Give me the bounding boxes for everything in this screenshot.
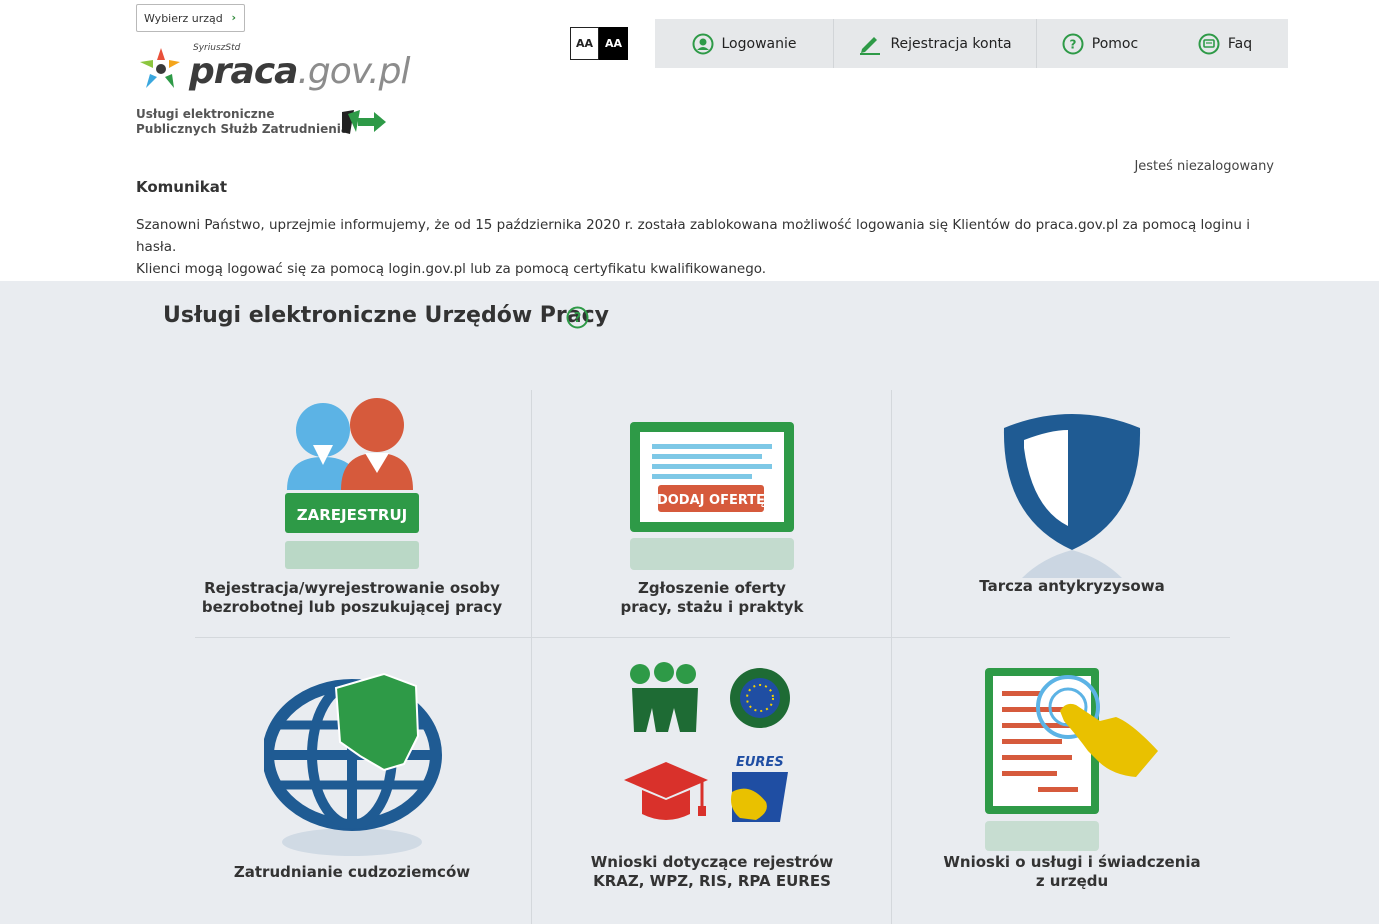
- login-status: Jesteś niezalogowany: [1134, 159, 1274, 174]
- login-link[interactable]: Logowanie: [655, 19, 833, 68]
- service-tile-foreigners-employment[interactable]: Zatrudnianie cudzoziemców: [172, 640, 532, 924]
- service-tile-label: Rejestracja/wyrejestrowanie osoby bezrob…: [172, 579, 532, 617]
- svg-text:?: ?: [574, 311, 582, 326]
- pencil-icon: [860, 36, 881, 55]
- contrast-switch: AA AA: [570, 27, 628, 60]
- user-circle-icon: [692, 33, 713, 54]
- help-icon[interactable]: ?: [566, 306, 589, 329]
- services-title: Usługi elektroniczne Urzędów Pracy: [163, 303, 610, 328]
- svg-text:DODAJ OFERTĘ: DODAJ OFERTĘ: [657, 493, 765, 508]
- praca-logo-icon: [140, 48, 180, 88]
- chevron-right-icon: ›: [231, 11, 236, 24]
- faq-link[interactable]: Faq: [1163, 19, 1287, 68]
- help-link[interactable]: ? Pomoc: [1037, 19, 1163, 68]
- site-logo[interactable]: SyriuszStd praca.gov.pl: [136, 40, 410, 100]
- logo-part-2: .gov.pl: [297, 51, 410, 92]
- tile-label-line-2: KRAZ, WPZ, RIS, RPA EURES: [593, 872, 831, 890]
- faq-label: Faq: [1227, 35, 1253, 52]
- service-tile-label: Wnioski o usługi i świadczenia z urzędu: [892, 853, 1252, 891]
- service-tile-anti-crisis-shield[interactable]: Tarcza antykryzysowa: [892, 390, 1252, 635]
- top-navigation: Logowanie Rejestracja konta ? Pomoc Faq: [655, 19, 1288, 68]
- service-tile-registers[interactable]: EURES Wnioski dotyczące rejestrów KRAZ, …: [532, 640, 892, 924]
- message-title: Komunikat: [136, 178, 228, 196]
- high-contrast-button[interactable]: AA: [599, 27, 628, 60]
- select-office-button[interactable]: Wybierz urząd ›: [136, 4, 245, 32]
- tile-label-line-1: Rejestracja/wyrejestrowanie osoby: [204, 579, 500, 597]
- register-account-label: Rejestracja konta: [890, 35, 1012, 52]
- normal-contrast-button[interactable]: AA: [570, 27, 599, 60]
- people-group-icon: [630, 662, 698, 732]
- svg-text:?: ?: [1069, 37, 1076, 51]
- service-tile-label: Wnioski dotyczące rejestrów KRAZ, WPZ, R…: [532, 853, 892, 891]
- tile-label-line-1: Zgłoszenie oferty: [638, 579, 786, 597]
- service-tile-label: Zgłoszenie oferty pracy, stażu i praktyk: [532, 579, 892, 617]
- tile-label-line-2: bezrobotnej lub poszukującej pracy: [201, 598, 503, 616]
- svg-text:EURES: EURES: [736, 755, 784, 770]
- document-touch-icon: [985, 668, 1158, 851]
- psz-line-2: Publicznych Służb Zatrudnienia: [136, 122, 349, 136]
- job-offer-icon: DODAJ OFERTĘ: [630, 422, 794, 570]
- message-line-2: Klienci mogą logować się za pomocą login…: [136, 261, 767, 277]
- tile-label-line-2: z urzędu: [1035, 872, 1109, 890]
- service-tile-label: Tarcza antykryzysowa: [892, 577, 1252, 596]
- question-circle-icon: ?: [1062, 33, 1084, 54]
- chat-bubble-icon: [1198, 33, 1220, 54]
- service-tile-registration[interactable]: ZAREJESTRUJ Rejestracja/wyrejestrowanie …: [172, 390, 532, 635]
- help-label: Pomoc: [1091, 35, 1139, 52]
- message-body: Szanowni Państwo, uprzejmie informujemy,…: [136, 214, 1286, 280]
- shield-icon: [1003, 414, 1141, 578]
- select-office-label: Wybierz urząd: [144, 11, 223, 25]
- globe-poland-icon: [264, 672, 442, 856]
- service-tile-label: Zatrudnianie cudzoziemców: [172, 863, 532, 882]
- login-label: Logowanie: [721, 35, 797, 52]
- graduation-cap-icon: [624, 762, 708, 820]
- tile-label-line-1: Tarcza antykryzysowa: [979, 577, 1165, 595]
- people-register-icon: ZAREJESTRUJ: [285, 398, 419, 569]
- logo-wordmark: praca.gov.pl: [189, 50, 410, 94]
- service-tile-job-offer[interactable]: DODAJ OFERTĘ Zgłoszenie oferty pracy, st…: [532, 390, 892, 635]
- tile-label-line-1: Wnioski dotyczące rejestrów: [590, 853, 834, 871]
- grid-divider-horizontal: [195, 637, 1230, 638]
- eu-circle-icon: [730, 668, 790, 728]
- psz-line-1: Usługi elektroniczne: [136, 107, 275, 121]
- service-tile-office-applications[interactable]: Wnioski o usługi i świadczenia z urzędu: [892, 640, 1252, 924]
- svg-text:ZAREJESTRUJ: ZAREJESTRUJ: [297, 506, 407, 524]
- eures-logo-icon: EURES: [731, 755, 788, 822]
- tile-label-line-2: pracy, stażu i praktyk: [620, 598, 804, 616]
- message-line-1: Szanowni Państwo, uprzejmie informujemy,…: [136, 217, 1251, 255]
- logo-part-1: praca: [189, 51, 298, 92]
- tile-label-line-1: Wnioski o usługi i świadczenia: [943, 853, 1201, 871]
- register-account-link[interactable]: Rejestracja konta: [834, 19, 1036, 68]
- tile-label-line-1: Zatrudnianie cudzoziemców: [233, 863, 471, 881]
- psz-arrows-icon: [342, 110, 386, 134]
- registers-icons: EURES: [624, 662, 790, 822]
- psz-caption: Usługi elektroniczne Publicznych Służb Z…: [136, 107, 349, 137]
